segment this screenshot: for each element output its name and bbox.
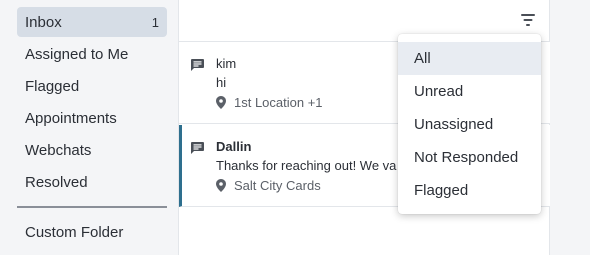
sidebar-item-resolved[interactable]: Resolved: [17, 167, 167, 197]
sidebar: Inbox 1 Assigned to Me Flagged Appointme…: [0, 0, 178, 255]
location-label: 1st Location +1: [234, 95, 323, 110]
sidebar-item-inbox[interactable]: Inbox 1: [17, 7, 167, 37]
right-gutter: [550, 0, 590, 255]
message-icon: [191, 59, 204, 71]
filter-dropdown-menu: All Unread Unassigned Not Responded Flag…: [398, 34, 541, 214]
contact-name: Dallin: [216, 139, 252, 154]
filter-option-not-responded[interactable]: Not Responded: [398, 141, 541, 174]
sidebar-item-label: Webchats: [25, 141, 92, 159]
filter-option-unassigned[interactable]: Unassigned: [398, 108, 541, 141]
location-pin-icon: [216, 96, 226, 109]
sidebar-item-flagged[interactable]: Flagged: [17, 71, 167, 101]
sidebar-item-label: Custom Folder: [25, 223, 124, 241]
filter-option-flagged[interactable]: Flagged: [398, 174, 541, 207]
sidebar-item-label: Inbox: [25, 13, 62, 31]
sidebar-item-label: Appointments: [25, 109, 117, 127]
unread-count-badge: 1: [151, 14, 159, 30]
sidebar-item-custom-folder[interactable]: Custom Folder: [17, 217, 167, 247]
message-preview: Thanks for reaching out! We va: [216, 158, 397, 173]
conversation-location: 1st Location +1: [216, 95, 323, 110]
sidebar-item-label: Resolved: [25, 173, 88, 191]
sidebar-item-webchats[interactable]: Webchats: [17, 135, 167, 165]
location-pin-icon: [216, 179, 226, 192]
filter-icon[interactable]: [519, 12, 537, 28]
message-icon: [191, 142, 204, 154]
filter-option-all[interactable]: All: [398, 42, 541, 75]
sidebar-item-appointments[interactable]: Appointments: [17, 103, 167, 133]
message-preview: hi: [216, 75, 227, 90]
contact-name: kim: [216, 56, 237, 71]
conversation-location: Salt City Cards: [216, 178, 321, 193]
location-label: Salt City Cards: [234, 178, 321, 193]
inbox-app: Inbox 1 Assigned to Me Flagged Appointme…: [0, 0, 590, 255]
sidebar-item-label: Assigned to Me: [25, 45, 129, 63]
sidebar-item-assigned-to-me[interactable]: Assigned to Me: [17, 39, 167, 69]
sidebar-item-label: Flagged: [25, 77, 80, 95]
sidebar-divider: [17, 206, 167, 208]
filter-option-unread[interactable]: Unread: [398, 75, 541, 108]
